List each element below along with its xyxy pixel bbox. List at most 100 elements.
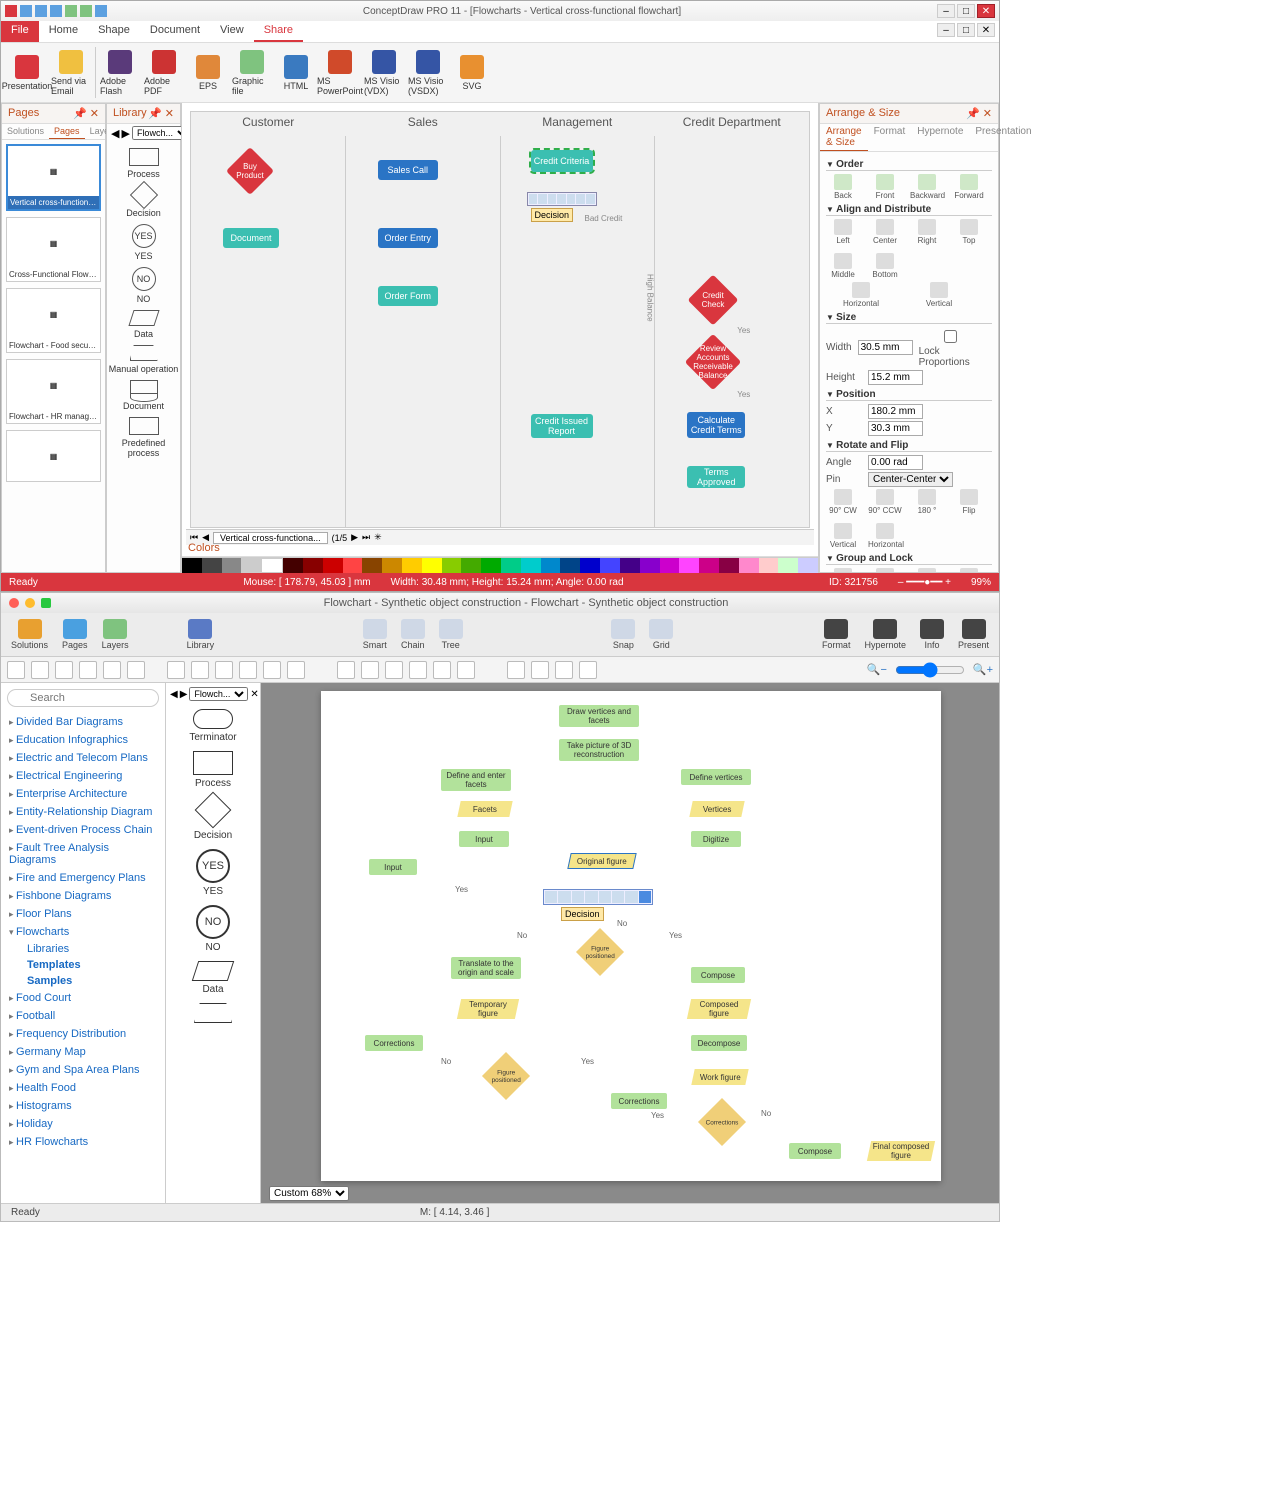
btn-order-forward[interactable]: Forward [952,174,986,200]
sidebar-item[interactable]: Food Court [1,989,165,1007]
tab-share[interactable]: Share [254,21,303,42]
tool-arc-icon[interactable] [191,661,209,679]
n-translate[interactable]: Translate to the origin and scale [451,957,521,979]
btn-powerpoint[interactable]: MS PowerPoint [320,47,360,98]
mac-close-button[interactable] [9,598,19,608]
lib2-terminator[interactable]: Terminator [166,709,260,743]
n-decompose[interactable]: Decompose [691,1035,747,1051]
sect-group[interactable]: Group and Lock [826,553,992,565]
panel-pin-icon[interactable]: 📌 ✕ [148,107,174,120]
lib-shape-yes[interactable]: YESYES [107,224,180,261]
lib-shape-no[interactable]: NONO [107,267,180,304]
tb-present[interactable]: Present [958,619,989,650]
n-input1[interactable]: Input [459,831,509,847]
lib-shape-document[interactable]: Document [107,380,180,411]
sidebar-item[interactable]: Divided Bar Diagrams [1,713,165,731]
tool-ungroup-icon[interactable] [409,661,427,679]
tb-format[interactable]: Format [822,619,851,650]
select-pin[interactable]: Center-Center [868,472,953,487]
n-facets[interactable]: Facets [457,801,512,817]
btn-graphic[interactable]: Graphic file [232,47,272,98]
node-credit-check[interactable]: Credit Check [688,275,739,326]
btn-align-center[interactable]: Center [868,219,902,245]
qat-icon[interactable] [5,5,17,17]
sidebar-item[interactable]: Football [1,1007,165,1025]
btn-flip[interactable]: Flip [952,489,986,515]
n-compose2[interactable]: Compose [789,1143,841,1159]
btn-visio-vsdx[interactable]: MS Visio (VSDX) [408,47,448,98]
lib-selector[interactable]: Flowch... [189,687,248,701]
page-thumb[interactable]: ▦Vertical cross-functional fl... [6,144,101,211]
minimize-button[interactable]: – [937,4,955,18]
tb-solutions[interactable]: Solutions [11,619,48,650]
node-buy[interactable]: Buy Product [226,147,274,195]
sidebar-item[interactable]: Germany Map [1,1043,165,1061]
btn-rot-cw[interactable]: 90° CW [826,489,860,515]
tab-home[interactable]: Home [39,21,88,42]
tool-rotate-icon[interactable] [457,661,475,679]
status-zoom-slider[interactable]: – ━━━●━━ + [898,577,951,588]
pages-tab-pages[interactable]: Pages [49,124,85,139]
node-order-entry[interactable]: Order Entry [378,228,438,248]
n-work[interactable]: Work figure [691,1069,748,1085]
tool-line-icon[interactable] [167,661,185,679]
tb-hypernote[interactable]: Hypernote [864,619,906,650]
tool-redo-icon[interactable] [361,661,379,679]
btn-align-middle[interactable]: Middle [826,253,860,279]
node-credit-report[interactable]: Credit Issued Report [531,414,593,438]
input-height[interactable] [868,370,923,385]
inner-minimize[interactable]: – [937,23,955,37]
sidebar-item[interactable]: Entity-Relationship Diagram [1,803,165,821]
n-vertices[interactable]: Vertices [689,801,744,817]
tool-lock-icon[interactable] [433,661,451,679]
sidebar-item[interactable]: Holiday [1,1115,165,1133]
sidebar-item[interactable]: Health Food [1,1079,165,1097]
tb-smart[interactable]: Smart [363,619,387,650]
n-input2[interactable]: Input [369,859,417,875]
tb-layers[interactable]: Layers [102,619,129,650]
qat-icon[interactable] [80,5,92,17]
lib2-process[interactable]: Process [166,751,260,789]
lib2-data[interactable]: Data [166,961,260,995]
btn-send-email[interactable]: Send via Email [51,47,91,98]
mac-zoom-button[interactable] [41,598,51,608]
n-corr1[interactable]: Corrections [365,1035,423,1051]
sidebar-item[interactable]: Flowcharts [1,923,165,941]
drawing-page[interactable]: Customer Sales Management Credit Departm… [190,111,810,528]
btn-flip-horizontal[interactable]: Horizontal [868,523,902,549]
btn-distribute-horizontal[interactable]: Horizontal [826,282,896,308]
lib2-decision[interactable]: Decision [166,797,260,841]
input-y[interactable] [868,421,923,436]
sidebar-item[interactable]: Fire and Emergency Plans [1,869,165,887]
n-pic[interactable]: Take picture of 3D reconstruction [559,739,639,761]
lib-shape-decision[interactable]: Decision [107,185,180,218]
qat-icon[interactable] [65,5,77,17]
btn-order-backward[interactable]: Backward [910,174,944,200]
btn-align-right[interactable]: Right [910,219,944,245]
sidebar-item[interactable]: Fishbone Diagrams [1,887,165,905]
node-order-form[interactable]: Order Form [378,286,438,306]
lib-fwd-icon[interactable]: ▶ [180,689,188,700]
sidebar-item[interactable]: Histograms [1,1097,165,1115]
tb-info[interactable]: Info [920,619,944,650]
mac-minimize-button[interactable] [25,598,35,608]
lib-shape-manual[interactable]: Manual operation [107,345,180,374]
sect-size[interactable]: Size [826,312,992,324]
tool-text-icon[interactable] [31,661,49,679]
zoom-in-icon[interactable]: 🔍+ [973,663,993,676]
tool-crop-icon[interactable] [555,661,573,679]
sect-order[interactable]: Order [826,159,992,171]
page-thumb[interactable]: ▦Flowchart - Food security ... [6,288,101,353]
btn-align-left[interactable]: Left [826,219,860,245]
color-palette[interactable] [182,557,818,573]
lib2-trap[interactable] [166,1003,260,1023]
maximize-button[interactable]: □ [957,4,975,18]
btn-adobe-pdf[interactable]: Adobe PDF [144,47,184,98]
zoom-slider[interactable] [895,662,965,678]
zoom-select[interactable]: Custom 68% [269,1186,349,1201]
input-x[interactable] [868,404,923,419]
input-width[interactable] [858,340,913,355]
qat-icon[interactable] [95,5,107,17]
btn-svg[interactable]: SVG [452,47,492,98]
btn-eps[interactable]: EPS [188,47,228,98]
